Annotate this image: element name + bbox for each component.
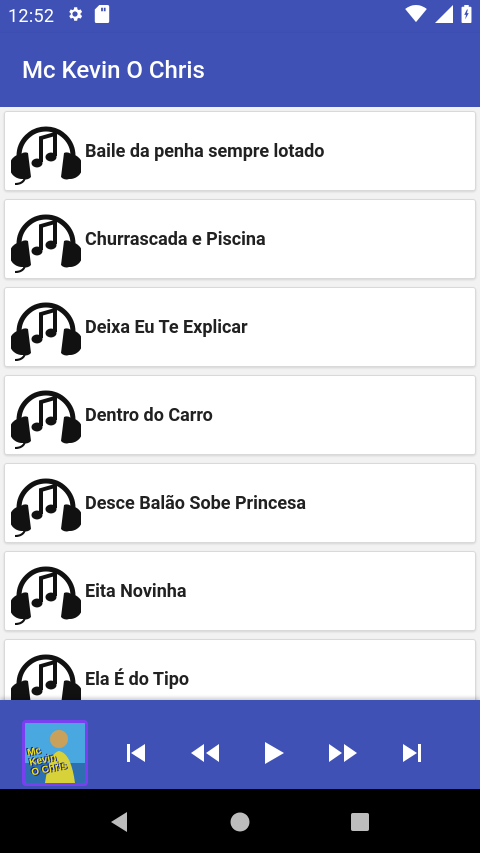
skip-next-icon[interactable]: [392, 733, 432, 773]
headphones-music-icon: [9, 116, 83, 186]
headphones-music-icon: [9, 556, 83, 626]
song-item[interactable]: Churrascada e Piscina: [4, 199, 476, 279]
album-art[interactable]: Mc Kevin O Chris: [22, 720, 88, 786]
sd-card-icon: [94, 5, 110, 28]
song-title: Desce Balão Sobe Princesa: [85, 492, 306, 514]
song-title: Baile da penha sempre lotado: [85, 140, 325, 162]
song-title: Deixa Eu Te Explicar: [85, 316, 248, 338]
song-title: Dentro do Carro: [85, 404, 213, 426]
skip-previous-icon[interactable]: [116, 733, 156, 773]
song-item[interactable]: Desce Balão Sobe Princesa: [4, 463, 476, 543]
headphones-music-icon: [9, 468, 83, 538]
status-bar: 12:52: [0, 0, 480, 33]
song-item[interactable]: Baile da penha sempre lotado: [4, 111, 476, 191]
fast-forward-icon[interactable]: [323, 733, 363, 773]
play-icon[interactable]: [254, 733, 294, 773]
gear-icon: [66, 5, 84, 28]
headphones-music-icon: [9, 644, 83, 700]
headphones-music-icon: [9, 380, 83, 450]
song-title: Churrascada e Piscina: [85, 228, 266, 250]
app-bar: Mc Kevin O Chris: [0, 33, 480, 107]
battery-icon: [461, 5, 472, 28]
song-item[interactable]: Ela É do Tipo: [4, 639, 476, 700]
app-title: Mc Kevin O Chris: [22, 56, 205, 84]
song-item[interactable]: Deixa Eu Te Explicar: [4, 287, 476, 367]
song-list[interactable]: Baile da penha sempre lotado Churrascada…: [0, 107, 480, 700]
system-nav-bar: [0, 789, 480, 853]
home-circle-icon[interactable]: [227, 809, 253, 835]
song-title: Eita Novinha: [85, 580, 187, 602]
cell-signal-icon: [435, 5, 453, 28]
headphones-music-icon: [9, 292, 83, 362]
rewind-icon[interactable]: [185, 733, 225, 773]
song-item[interactable]: Dentro do Carro: [4, 375, 476, 455]
song-title: Ela É do Tipo: [85, 668, 190, 690]
status-time: 12:52: [8, 6, 55, 27]
recents-square-icon[interactable]: [347, 809, 373, 835]
back-triangle-icon[interactable]: [106, 809, 132, 835]
song-item[interactable]: Eita Novinha: [4, 551, 476, 631]
media-player-bar: Mc Kevin O Chris: [0, 700, 480, 789]
wifi-icon: [405, 5, 427, 28]
headphones-music-icon: [9, 204, 83, 274]
